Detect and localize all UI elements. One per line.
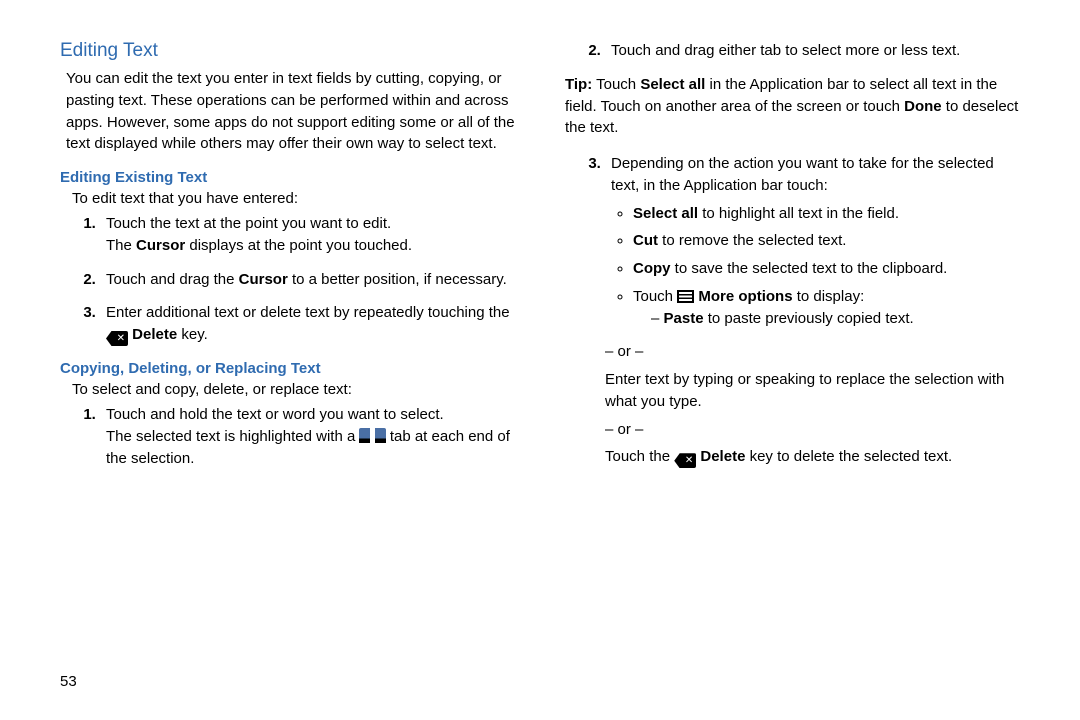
action-bullets: Select all to highlight all text in the … [611, 203, 1020, 330]
or-divider: – or – [605, 419, 1020, 441]
bullet-copy: Copy to save the selected text to the cl… [633, 258, 1020, 280]
or-divider: – or – [605, 341, 1020, 363]
list-item: Depending on the action you want to take… [605, 153, 1020, 329]
left-column: Editing Text You can edit the text you e… [60, 40, 515, 481]
selection-tab-right-icon [375, 428, 386, 443]
editing-steps: Touch the text at the point you want to … [60, 213, 515, 346]
bullet-select-all: Select all to highlight all text in the … [633, 203, 1020, 225]
section-heading: Editing Text [60, 40, 515, 62]
subhead-editing-existing: Editing Existing Text [60, 169, 515, 186]
copy-steps-cont: Touch and drag either tab to select more… [565, 40, 1020, 62]
delete-key-icon: ✕ [674, 453, 696, 468]
list-item: Touch and drag the Cursor to a better po… [100, 269, 515, 291]
list-item: Touch and hold the text or word you want… [100, 404, 515, 469]
tip-block: Tip: Touch Select all in the Application… [565, 74, 1020, 139]
page-number: 53 [60, 673, 77, 690]
intro-text: You can edit the text you enter in text … [66, 68, 515, 155]
delete-key-icon: ✕ [106, 331, 128, 346]
alt-enter-text: Enter text by typing or speaking to repl… [605, 369, 1020, 413]
alt-delete: Touch the ✕ Delete key to delete the sel… [605, 446, 1020, 468]
right-column: Touch and drag either tab to select more… [565, 40, 1020, 481]
sub2-intro: To select and copy, delete, or replace t… [72, 381, 515, 398]
more-options-icon [677, 290, 694, 303]
bullet-more-options: Touch More options to display: – Paste t… [633, 286, 1020, 330]
list-item: Touch and drag either tab to select more… [605, 40, 1020, 62]
selection-tab-left-icon [359, 428, 370, 443]
list-item: Touch the text at the point you want to … [100, 213, 515, 257]
copy-steps: Touch and hold the text or word you want… [60, 404, 515, 469]
list-item: Enter additional text or delete text by … [100, 302, 515, 346]
subhead-copy-delete-replace: Copying, Deleting, or Replacing Text [60, 360, 515, 377]
tip-label: Tip: [565, 76, 592, 93]
copy-steps-cont2: Depending on the action you want to take… [565, 153, 1020, 329]
sub1-intro: To edit text that you have entered: [72, 190, 515, 207]
bullet-cut: Cut to remove the selected text. [633, 230, 1020, 252]
